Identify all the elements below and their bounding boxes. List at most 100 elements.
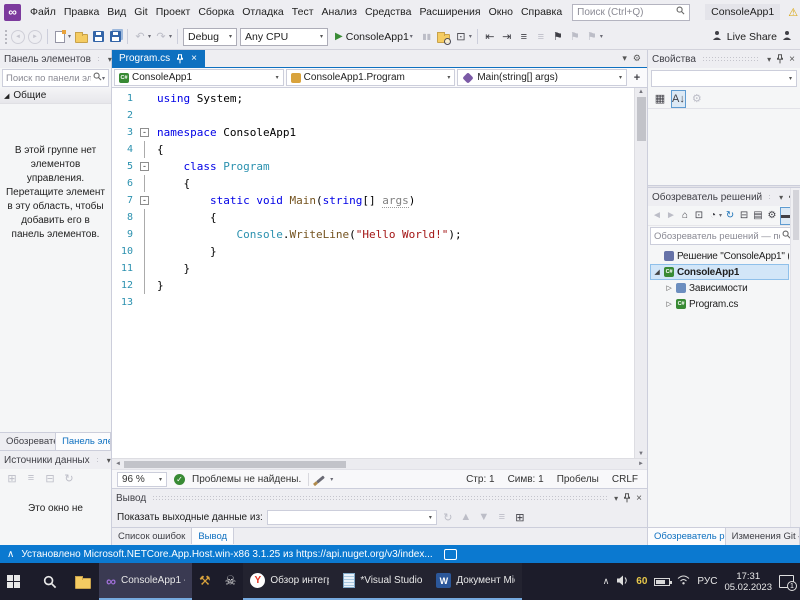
- goto-next-message-icon[interactable]: ▼: [477, 508, 491, 526]
- outline-margin[interactable]: -: [138, 124, 151, 141]
- scrollbar-thumb[interactable]: [123, 460, 347, 468]
- collapse-region-icon[interactable]: -: [140, 196, 149, 205]
- menu-item[interactable]: Отладка: [238, 4, 288, 20]
- scrollbar-thumb[interactable]: [636, 97, 646, 141]
- new-file-dropdown-icon[interactable]: ▾: [68, 33, 71, 40]
- solution-explorer-header[interactable]: Обозреватель решений ▾ ×: [648, 188, 800, 206]
- tree-item-project[interactable]: ◢ C# ConsoleApp1: [650, 264, 789, 280]
- undo-dropdown-icon[interactable]: ▾: [148, 33, 151, 40]
- scroll-up-icon[interactable]: ▲: [638, 89, 644, 95]
- dropdown-icon[interactable]: ▾: [429, 514, 432, 521]
- right-dock-tab[interactable]: Обозреватель реше...: [648, 528, 726, 545]
- taskbar-item[interactable]: *Visual Studio.txt -...: [336, 563, 430, 600]
- menu-item[interactable]: Справка: [517, 4, 566, 20]
- pause-icon[interactable]: ▮▮: [420, 28, 434, 46]
- indent-icon[interactable]: ⇤: [483, 28, 497, 46]
- right-dock-scrollbar[interactable]: [790, 188, 800, 527]
- solution-search-box[interactable]: ▾: [650, 227, 798, 245]
- live-share-icon[interactable]: [712, 30, 722, 43]
- split-window-icon[interactable]: +: [629, 72, 645, 84]
- background-tasks-icon[interactable]: [443, 548, 457, 560]
- clock[interactable]: 17:31 05.02.2023: [724, 571, 772, 593]
- undo-icon[interactable]: ↶: [133, 28, 147, 46]
- collapse-all-icon[interactable]: ⊟: [738, 207, 750, 225]
- solution-search-input[interactable]: [654, 230, 780, 242]
- taskbar-search-icon[interactable]: [33, 563, 66, 600]
- bookmarks-dropdown-icon[interactable]: ▾: [600, 33, 603, 40]
- code-map-dropdown-icon[interactable]: ▾: [469, 33, 472, 40]
- open-file-icon[interactable]: [74, 28, 88, 46]
- combo-dropdown-icon[interactable]: ▾: [320, 33, 323, 40]
- prev-bookmark-icon[interactable]: ⚑: [568, 28, 582, 46]
- save-all-icon[interactable]: [108, 28, 122, 46]
- properties-object-combo[interactable]: ▾: [651, 70, 797, 87]
- pin-icon[interactable]: [775, 54, 785, 64]
- expanded-arrow-icon[interactable]: ◢: [653, 268, 661, 276]
- comment-icon[interactable]: ≡: [517, 28, 531, 46]
- wifi-icon[interactable]: [677, 575, 690, 588]
- start-debugging-button[interactable]: ▶ ConsoleApp1 ▾: [331, 27, 417, 47]
- edit-data-source-icon[interactable]: ≡: [24, 469, 38, 487]
- save-icon[interactable]: [91, 28, 105, 46]
- goto-prev-message-icon[interactable]: ▲: [459, 508, 473, 526]
- notification-center-icon[interactable]: 1: [779, 575, 797, 591]
- quick-search-input[interactable]: [577, 6, 677, 18]
- window-position-icon[interactable]: ▾: [766, 55, 772, 64]
- show-all-files-icon[interactable]: ▤: [752, 207, 764, 225]
- collapsed-arrow-icon[interactable]: ▷: [665, 284, 673, 292]
- dropdown-icon[interactable]: ▾: [619, 74, 622, 81]
- battery-icon[interactable]: [654, 577, 673, 586]
- solution-configuration-combo[interactable]: Debug ▾: [183, 27, 238, 46]
- menu-item[interactable]: Файл: [26, 4, 60, 20]
- right-dock-tab[interactable]: Изменения Git — п...: [726, 528, 800, 545]
- line-ending-indicator[interactable]: CRLF: [612, 474, 638, 485]
- code-cleanup-dropdown-icon[interactable]: ▾: [330, 476, 333, 483]
- file-explorer-icon[interactable]: [66, 563, 99, 600]
- property-pages-icon[interactable]: ⚙: [690, 90, 704, 108]
- toolbox-search-input[interactable]: [6, 72, 91, 84]
- type-dropdown[interactable]: ConsoleApp1.Program ▾: [285, 69, 456, 86]
- output-tab[interactable]: Список ошибок: [112, 528, 193, 544]
- toolbar-grip[interactable]: [4, 28, 8, 45]
- menu-item[interactable]: Анализ: [318, 4, 361, 20]
- redo-icon[interactable]: ↷: [154, 28, 168, 46]
- search-icon[interactable]: [93, 72, 102, 84]
- taskbar-item[interactable]: ☠: [218, 563, 244, 600]
- language-indicator[interactable]: РУС: [697, 576, 717, 587]
- switch-views-icon[interactable]: ⊡: [693, 207, 705, 225]
- forward-icon[interactable]: ►: [665, 207, 677, 225]
- redo-dropdown-icon[interactable]: ▾: [169, 33, 172, 40]
- back-icon[interactable]: ◄: [651, 207, 663, 225]
- tree-item-csfile[interactable]: ▷ C# Program.cs: [650, 296, 789, 312]
- menu-item[interactable]: Расширения: [416, 4, 485, 20]
- collapsed-arrow-icon[interactable]: ▷: [665, 300, 673, 308]
- char-indicator[interactable]: Симв: 1: [508, 474, 544, 485]
- tab-list-dropdown-icon[interactable]: ▾: [622, 53, 627, 64]
- refresh-icon[interactable]: ↻: [62, 469, 76, 487]
- window-position-icon[interactable]: ▾: [778, 193, 784, 202]
- volume-icon[interactable]: [616, 575, 629, 589]
- feedback-icon[interactable]: [782, 30, 792, 43]
- line-indicator[interactable]: Стр: 1: [466, 474, 494, 485]
- menu-item[interactable]: Средства: [361, 4, 416, 20]
- dropdown-icon[interactable]: ▾: [447, 74, 450, 81]
- vertical-scrollbar[interactable]: ▲ ▼: [634, 88, 647, 458]
- menu-item[interactable]: Окно: [485, 4, 517, 20]
- code-cleanup-icon[interactable]: [316, 474, 326, 484]
- zoom-level-combo[interactable]: 96 % ▾: [117, 471, 167, 487]
- output-source-combo[interactable]: ▾: [266, 509, 437, 525]
- spaces-indicator[interactable]: Пробелы: [557, 474, 599, 485]
- horizontal-scrollbar[interactable]: ◄ ►: [112, 458, 647, 469]
- search-options-icon[interactable]: ▾: [102, 75, 105, 82]
- toolbox-header[interactable]: Панель элементов ▾ ×: [0, 50, 136, 68]
- find-in-files-icon[interactable]: [437, 28, 452, 46]
- dropdown-icon[interactable]: ▾: [789, 75, 792, 82]
- uncomment-icon[interactable]: ≡: [534, 28, 548, 46]
- properties-icon[interactable]: ⚙: [766, 207, 778, 225]
- close-tab-icon[interactable]: ×: [190, 53, 198, 64]
- scroll-down-icon[interactable]: ▼: [638, 451, 644, 457]
- hierarchy-icon[interactable]: ⊟: [43, 469, 57, 487]
- project-dropdown[interactable]: C# ConsoleApp1 ▾: [114, 69, 284, 86]
- clear-output-icon[interactable]: ≡: [495, 508, 509, 526]
- dropdown-icon[interactable]: ▾: [159, 476, 162, 483]
